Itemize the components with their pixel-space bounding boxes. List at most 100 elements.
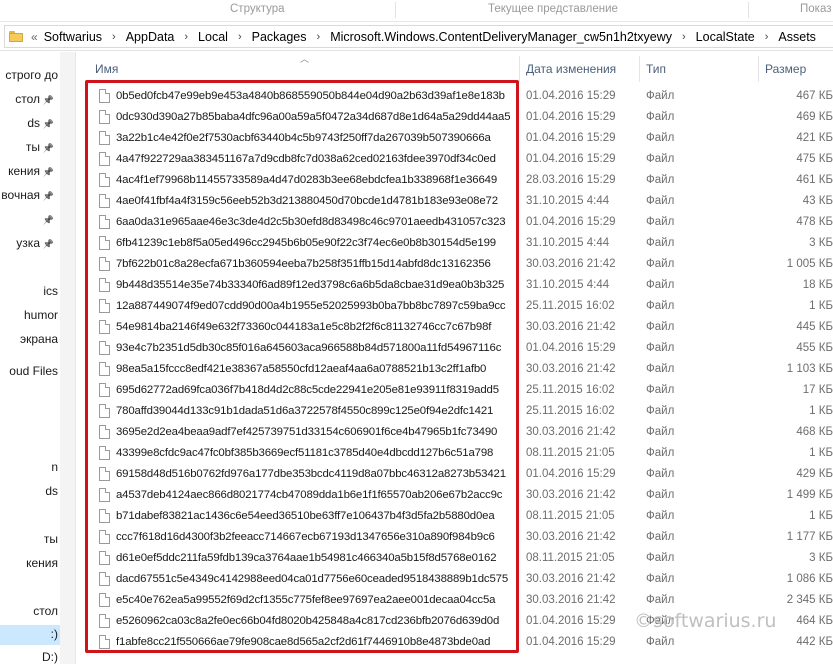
file-type: Файл <box>646 447 675 459</box>
column-header-type[interactable]: Тип <box>646 62 666 76</box>
file-date: 31.10.2015 4:44 <box>526 279 610 291</box>
file-icon <box>99 299 110 313</box>
pin-icon[interactable]: 📌 <box>43 239 54 250</box>
breadcrumb-chevron-icon[interactable]: › <box>765 31 769 43</box>
nav-item-label: ты <box>43 532 58 546</box>
breadcrumb-chevron-icon[interactable]: › <box>112 31 116 43</box>
file-row[interactable]: b71dabef83821ac1436c6e54eed36510be63ff7e… <box>76 506 833 527</box>
breadcrumb-chevron-icon[interactable]: › <box>682 31 686 43</box>
file-name: 4ac4f1ef79968b11455733589a4d47d0283b3ee6… <box>116 174 498 186</box>
nav-item[interactable]: n <box>0 460 60 480</box>
file-name: 6aa0da31e965aae46e3c3de4d2c5b30efd8d8349… <box>116 216 506 228</box>
breadcrumb-chevron-icon[interactable]: › <box>238 31 242 43</box>
nav-item[interactable]: экрана <box>0 332 60 352</box>
overflow-chevron-icon[interactable]: « <box>31 30 38 44</box>
file-row[interactable]: 0dc930d390a27b85baba4dfc96a00a59a5f0472a… <box>76 107 833 128</box>
file-icon <box>99 89 110 103</box>
navigation-scrollbar[interactable] <box>60 52 76 664</box>
file-row[interactable]: 6aa0da31e965aae46e3c3de4d2c5b30efd8d8349… <box>76 212 833 233</box>
nav-item[interactable]: стол 📌 <box>0 92 60 112</box>
file-row[interactable]: 7bf622b01c8a28ecfa671b360594eeba7b258f35… <box>76 254 833 275</box>
column-header-date[interactable]: Дата изменения <box>526 62 616 76</box>
nav-item[interactable]: узка 📌 <box>0 236 60 256</box>
file-size: 475 КБ <box>796 153 833 165</box>
pin-icon[interactable]: 📌 <box>43 119 54 130</box>
file-row[interactable]: dacd67551c5e4349c4142988eed04ca01d7756e6… <box>76 569 833 590</box>
nav-item[interactable]: oud Files <box>0 364 60 384</box>
column-separator[interactable] <box>639 56 640 82</box>
ribbon-separator <box>748 2 749 18</box>
breadcrumb-item[interactable]: LocalState <box>696 30 755 44</box>
file-row[interactable]: 93e4c7b2351d5db30c85f016a645603aca966588… <box>76 338 833 359</box>
nav-item[interactable]: ds 📌 <box>0 116 60 136</box>
file-icon <box>99 509 110 523</box>
nav-item[interactable]: humor <box>0 308 60 328</box>
nav-item[interactable]: кения <box>0 556 60 576</box>
file-row[interactable]: 69158d48d516b0762fd976a177dbe353bcdc4119… <box>76 464 833 485</box>
pin-icon[interactable]: 📌 <box>43 143 54 154</box>
nav-item[interactable]: ics <box>0 284 60 304</box>
file-name: 3a22b1c4e42f0e2f7530acbf63440b4c5b9743f2… <box>116 132 491 144</box>
file-date: 01.04.2016 15:29 <box>526 153 616 165</box>
column-separator[interactable] <box>519 56 520 82</box>
file-type: Файл <box>646 426 675 438</box>
nav-item[interactable]: ds <box>0 484 60 504</box>
pin-icon[interactable]: 📌 <box>43 167 54 178</box>
column-separator[interactable] <box>758 56 759 82</box>
file-row[interactable]: 4ac4f1ef79968b11455733589a4d47d0283b3ee6… <box>76 170 833 191</box>
nav-item-label: ты <box>25 140 40 154</box>
file-row[interactable]: 98ea5a15fccc8edf421e38367a58550cfd12aeaf… <box>76 359 833 380</box>
file-row[interactable]: f1abfe8cc21f550666ae79fe908cae8d565a2cf2… <box>76 632 833 653</box>
file-row[interactable]: 9b448d35514e35e74b33340f6ad89f12ed3798c6… <box>76 275 833 296</box>
file-row[interactable]: 0b5ed0fcb47e99eb9e453a4840b868559050b844… <box>76 86 833 107</box>
pin-icon[interactable]: 📌 <box>43 95 54 106</box>
breadcrumb-item[interactable]: AppData <box>126 30 175 44</box>
file-name: 4a47f922729aa383451167a7d9cdb8fc7d038a62… <box>116 153 496 165</box>
file-name: 54e9814ba2146f49e632f73360c044183a1e5c8b… <box>116 321 492 333</box>
breadcrumb-item[interactable]: Microsoft.Windows.ContentDeliveryManager… <box>330 30 672 44</box>
file-date: 31.10.2015 4:44 <box>526 237 610 249</box>
address-box[interactable]: « Softwarius › AppData › Local › Packages › Micr… <box>4 25 833 48</box>
breadcrumb-item[interactable]: Assets <box>778 30 816 44</box>
file-row[interactable]: ccc7f618d16d4300f3b2feeacc714667ecb67193… <box>76 527 833 548</box>
nav-item[interactable]: вочная 📌 <box>0 188 60 208</box>
file-icon <box>99 467 110 481</box>
breadcrumb-item[interactable]: Packages <box>252 30 307 44</box>
file-row[interactable]: 54e9814ba2146f49e632f73360c044183a1e5c8b… <box>76 317 833 338</box>
file-row[interactable]: e5c40e762ea5a99552f69d2cf1355c775fef8ee9… <box>76 590 833 611</box>
file-icon <box>99 614 110 628</box>
file-row[interactable]: 3695e2d2ea4beaa9adf7ef425739751d33154c60… <box>76 422 833 443</box>
file-name: 780affd39044d133c91b1dada51d6a3722578f45… <box>116 405 494 417</box>
nav-item[interactable]: стол <box>0 604 60 624</box>
file-name: 93e4c7b2351d5db30c85f016a645603aca966588… <box>116 342 502 354</box>
column-header-size[interactable]: Размер <box>765 62 806 76</box>
column-header-name[interactable]: Имя <box>95 62 118 76</box>
nav-item[interactable]: 📌 <box>0 212 60 232</box>
breadcrumb-item[interactable]: Softwarius <box>44 30 102 44</box>
file-row[interactable]: d61e0ef5ddc211fa59fdb139ca3764aae1b54981… <box>76 548 833 569</box>
nav-item-label: oud Files <box>9 364 58 378</box>
file-row[interactable]: 780affd39044d133c91b1dada51d6a3722578f45… <box>76 401 833 422</box>
nav-item[interactable]: кения 📌 <box>0 164 60 184</box>
file-row[interactable]: 6fb41239c1eb8f5a05ed496cc2945b6b05e90f22… <box>76 233 833 254</box>
nav-item[interactable]: стрoго дo <box>0 68 60 88</box>
nav-item[interactable]: :) <box>0 627 60 647</box>
file-date: 01.04.2016 15:29 <box>526 468 616 480</box>
ribbon-group-show: Показ <box>800 3 832 15</box>
file-row[interactable]: 4a47f922729aa383451167a7d9cdb8fc7d038a62… <box>76 149 833 170</box>
file-row[interactable]: 695d62772ad69fca036f7b418d4d2c88c5cde229… <box>76 380 833 401</box>
breadcrumb-chevron-icon[interactable]: › <box>184 31 188 43</box>
nav-item[interactable]: ты <box>0 532 60 552</box>
breadcrumb-item[interactable]: Local <box>198 30 228 44</box>
nav-item[interactable]: D:) <box>0 650 60 664</box>
breadcrumb-chevron-icon[interactable]: › <box>317 31 321 43</box>
pin-icon[interactable]: 📌 <box>43 215 54 226</box>
file-row[interactable]: 12a887449074f9ed07cdd90d00a4b1955e520259… <box>76 296 833 317</box>
file-row[interactable]: a4537deb4124aec866d8021774cb47089dda1b6e… <box>76 485 833 506</box>
file-name: e5260962ca03c8a2fe0ec66b04fd8020b425848a… <box>116 615 500 627</box>
file-row[interactable]: 3a22b1c4e42f0e2f7530acbf63440b4c5b9743f2… <box>76 128 833 149</box>
file-row[interactable]: 43399e8cfdc9ac47fc0bf385b3669ecf51181c37… <box>76 443 833 464</box>
pin-icon[interactable]: 📌 <box>43 191 54 202</box>
nav-item[interactable]: ты 📌 <box>0 140 60 160</box>
file-row[interactable]: 4ae0f41fbf4a4f3159c56eeb52b3d213880450d7… <box>76 191 833 212</box>
